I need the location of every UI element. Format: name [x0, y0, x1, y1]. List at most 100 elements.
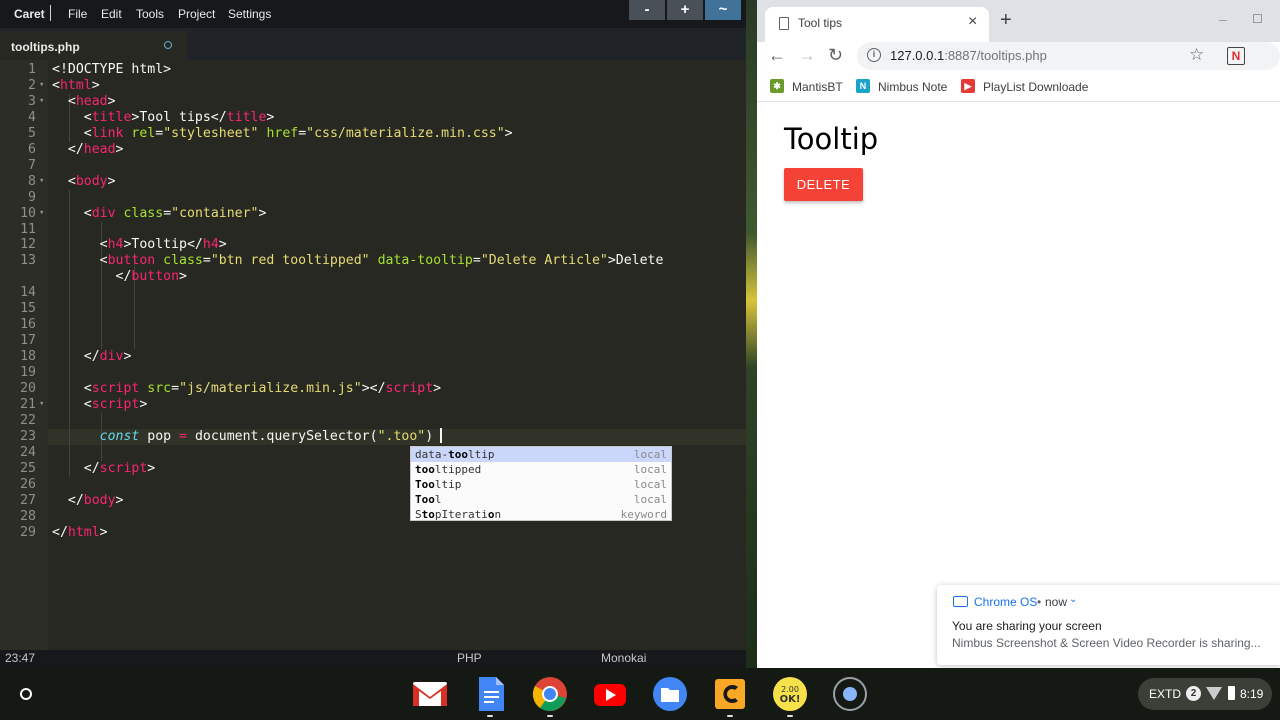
cursor-position: 23:47	[5, 651, 36, 665]
delete-button[interactable]: DELETE	[784, 168, 863, 201]
code-token: title	[91, 109, 132, 125]
screen-share-notification[interactable]: Chrome OS • now ⌄ You are sharing your s…	[937, 585, 1280, 665]
site-info-icon[interactable]: i	[867, 48, 881, 62]
bookmark-star-icon[interactable]: ☆	[1189, 45, 1204, 65]
notification-dot: •	[1037, 595, 1042, 609]
back-icon[interactable]: ←	[768, 45, 786, 66]
code-token: >	[99, 524, 108, 540]
code-token: document.querySelector(	[187, 428, 378, 444]
line-number: 19	[20, 365, 36, 381]
tab-close-icon[interactable]	[164, 41, 172, 49]
language-mode[interactable]: PHP	[457, 651, 482, 665]
line-number: 13	[20, 253, 36, 269]
code-token: class	[163, 253, 203, 269]
fold-toggle-icon[interactable]: ▾	[39, 208, 44, 218]
code-token: h4	[107, 237, 124, 253]
code-token: =	[171, 381, 180, 396]
browser-tab[interactable]: Tool tips ×	[765, 7, 989, 42]
maximize-button[interactable]: +	[667, 0, 703, 20]
autocomplete-item[interactable]: StopIteration keyword	[411, 507, 671, 522]
line-number: 8	[28, 173, 36, 189]
autocomplete-item[interactable]: tooltipped local	[411, 462, 671, 477]
chrome-icon[interactable]	[531, 676, 569, 717]
fold-toggle-icon[interactable]: ▾	[39, 80, 44, 90]
chevron-down-icon[interactable]: ⌄	[1069, 594, 1077, 605]
line-number: 9	[28, 189, 36, 205]
files-icon[interactable]	[651, 676, 689, 712]
launcher-icon[interactable]	[10, 678, 42, 710]
code-line: <button class="btn red tooltipped" data-…	[52, 253, 664, 269]
tab-tooltips-php[interactable]: tooltips.php	[0, 31, 187, 60]
autocomplete-kind: local	[633, 493, 667, 506]
window-maximize-icon[interactable]	[1253, 14, 1262, 23]
snap-button[interactable]: ~	[705, 0, 741, 20]
record-icon[interactable]	[831, 676, 869, 712]
window-minimize-icon[interactable]: –	[1219, 11, 1227, 27]
clock: 8:19	[1240, 687, 1264, 701]
page-heading: Tooltip	[784, 122, 879, 156]
app-name: Caret	[14, 7, 45, 21]
minimize-button[interactable]: -	[629, 0, 665, 20]
editor-statusbar: 23:47 PHP Monokai	[0, 650, 746, 668]
running-indicator	[487, 715, 493, 717]
code-token: src	[147, 381, 172, 396]
autocomplete-item[interactable]: Tool local	[411, 492, 671, 507]
code-token: class	[123, 205, 164, 221]
code-token: >	[107, 93, 116, 109]
menu-settings[interactable]: Settings	[228, 7, 271, 21]
autocomplete-kind: keyword	[620, 508, 667, 521]
code-token: >	[266, 109, 275, 125]
tab-label: tooltips.php	[11, 40, 80, 54]
code-token: =	[202, 253, 211, 269]
autocomplete-item[interactable]: data-tooltip local	[411, 447, 671, 462]
code-token: ></	[361, 381, 386, 396]
fold-toggle-icon[interactable]: ▾	[39, 399, 44, 409]
wifi-icon	[1206, 687, 1222, 700]
code-token: <	[52, 77, 60, 93]
youtube-icon[interactable]	[591, 676, 629, 712]
svg-text:OK!: OK!	[780, 694, 801, 705]
desktop: Caret File Edit Tools Project Settings -…	[0, 0, 1280, 720]
url-text: 127.0.0.1:8887/tooltips.php	[890, 48, 1047, 63]
line-number: 24	[20, 444, 36, 460]
code-token: >	[91, 77, 100, 93]
line-number: 25	[20, 460, 36, 476]
browser-tab-title: Tool tips	[798, 16, 843, 30]
autocomplete-item[interactable]: Tooltip local	[411, 477, 671, 492]
code-token: </	[52, 349, 100, 365]
code-line: <body>	[52, 174, 116, 189]
close-tab-icon[interactable]: ×	[968, 13, 977, 31]
nimbus-extension-icon[interactable]: N	[1227, 47, 1245, 65]
menubar-separator	[50, 5, 51, 21]
line-number: 2	[28, 77, 36, 93]
code-token: >	[258, 205, 267, 221]
code-token: div	[99, 349, 124, 365]
line-number: 27	[20, 492, 36, 508]
code-token: link	[91, 125, 124, 141]
code-line: </button>	[52, 269, 187, 284]
address-bar[interactable]: i 127.0.0.1:8887/tooltips.php ☆	[857, 42, 1280, 70]
svg-text:2.00: 2.00	[781, 685, 799, 694]
menu-tools[interactable]: Tools	[136, 7, 164, 21]
line-number: 11	[20, 221, 36, 237]
menu-file[interactable]: File	[68, 7, 87, 21]
menu-project[interactable]: Project	[178, 7, 215, 21]
code-token: =	[298, 125, 307, 141]
code-token: </	[52, 492, 84, 508]
status-tray[interactable]: EXTD 2 8:19	[1138, 678, 1272, 710]
fold-toggle-icon[interactable]: ▾	[39, 176, 44, 186]
code-token: html	[59, 77, 92, 93]
running-indicator	[547, 715, 553, 717]
gmail-icon[interactable]	[411, 676, 449, 712]
menu-edit[interactable]: Edit	[101, 7, 122, 21]
theme-name[interactable]: Monokai	[601, 651, 646, 665]
fold-toggle-icon[interactable]: ▾	[39, 96, 44, 106]
2doo-icon[interactable]: 2.00 OK!	[771, 676, 809, 717]
code-token: <	[52, 253, 108, 269]
docs-icon[interactable]	[471, 676, 509, 717]
reload-icon[interactable]: ↻	[828, 45, 843, 66]
caret-icon[interactable]	[711, 676, 749, 717]
code-token: title	[226, 109, 267, 125]
forward-icon[interactable]: →	[798, 45, 816, 66]
new-tab-icon[interactable]: +	[1000, 9, 1012, 32]
